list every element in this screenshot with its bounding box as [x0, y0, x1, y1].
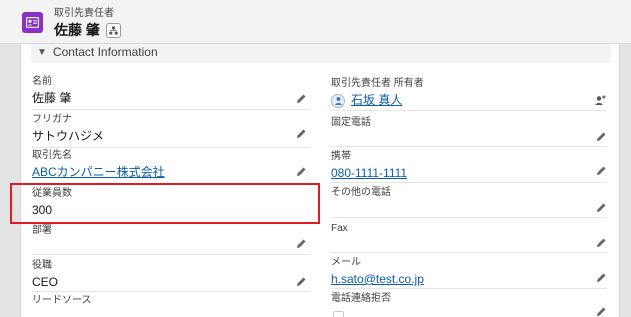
field-label: 電話連絡拒否 [331, 293, 391, 304]
field-email: メール h.sato@test.co.jp [331, 257, 607, 287]
record-title: 佐藤 肇 [54, 22, 100, 38]
pencil-icon[interactable] [296, 128, 307, 139]
section-title: Contact Information [52, 45, 158, 59]
pencil-icon[interactable] [596, 202, 607, 213]
field-label: 取引先責任者 所有者 [331, 78, 424, 89]
field-label: 固定電話 [331, 117, 371, 128]
field-fax: Fax [331, 223, 607, 235]
field-value: CEO [32, 275, 59, 289]
section-header[interactable]: ▼ Contact Information [31, 41, 611, 63]
field-label: 名前 [32, 76, 52, 87]
field-label: 従業員数 [32, 188, 72, 199]
divider [331, 182, 607, 183]
field-label: メール [331, 257, 361, 268]
field-lead-source: リードソース [32, 295, 310, 307]
contact-card-icon [22, 12, 43, 33]
field-label: その他の電話 [331, 187, 391, 198]
divider [32, 147, 310, 148]
field-department: 部署 [32, 225, 310, 240]
field-title: 役職 CEO [32, 260, 310, 290]
divider [331, 288, 607, 289]
divider [331, 146, 607, 147]
divider [331, 217, 607, 218]
hierarchy-icon [109, 26, 118, 34]
owner-link[interactable]: 石坂 真人 [351, 93, 402, 108]
pencil-icon[interactable] [596, 306, 607, 317]
pencil-icon[interactable] [296, 276, 307, 287]
record-header: 取引先責任者 佐藤 肇 [0, 0, 631, 44]
view-hierarchy-button[interactable] [105, 22, 121, 38]
divider [32, 254, 310, 255]
field-name: 名前 佐藤 肇 [32, 76, 310, 106]
field-label: フリガナ [32, 114, 72, 125]
field-owner: 取引先責任者 所有者 石坂 真人 [331, 78, 607, 108]
field-value: サトウハジメ [32, 129, 105, 143]
pencil-icon[interactable] [296, 93, 307, 104]
field-label: 取引先名 [32, 150, 72, 161]
email-link[interactable]: h.sato@test.co.jp [331, 272, 607, 287]
chevron-down-icon: ▼ [37, 46, 47, 58]
pencil-icon[interactable] [596, 237, 607, 248]
field-furigana: フリガナ サトウハジメ [32, 114, 310, 144]
change-owner-icon[interactable] [594, 95, 606, 107]
field-value: 300 [32, 203, 53, 217]
pencil-icon[interactable] [596, 165, 607, 176]
field-mobile: 携帯 080-1111-1111 [331, 151, 607, 181]
divider [32, 109, 310, 110]
do-not-call-checkbox[interactable] [333, 311, 344, 317]
field-label: リードソース [32, 295, 92, 306]
account-link[interactable]: ABCカンパニー株式会社 [32, 165, 310, 180]
field-phone: 固定電話 [331, 117, 607, 129]
divider [32, 291, 310, 292]
divider [32, 183, 310, 184]
pencil-icon[interactable] [596, 131, 607, 142]
field-label: 携帯 [331, 151, 351, 162]
user-avatar-icon [331, 93, 345, 108]
mobile-link[interactable]: 080-1111-1111 [331, 166, 607, 181]
divider [331, 110, 607, 111]
pencil-icon[interactable] [596, 272, 607, 283]
pencil-icon[interactable] [296, 238, 307, 249]
field-label: 部署 [32, 225, 52, 236]
field-employees: 従業員数 300 [32, 188, 310, 218]
object-type-label: 取引先責任者 [54, 8, 114, 19]
field-account: 取引先名 ABCカンパニー株式会社 [32, 150, 310, 180]
divider [331, 252, 607, 253]
pencil-icon[interactable] [296, 166, 307, 177]
field-label: 役職 [32, 260, 52, 271]
field-do-not-call: 電話連絡拒否 [331, 293, 607, 305]
field-label: Fax [331, 223, 348, 234]
field-value: 佐藤 肇 [32, 91, 72, 105]
contact-record-page: 取引先責任者 佐藤 肇 ▼ Contact Information 名前 佐藤 … [0, 0, 631, 317]
field-other-phone: その他の電話 [331, 187, 607, 199]
